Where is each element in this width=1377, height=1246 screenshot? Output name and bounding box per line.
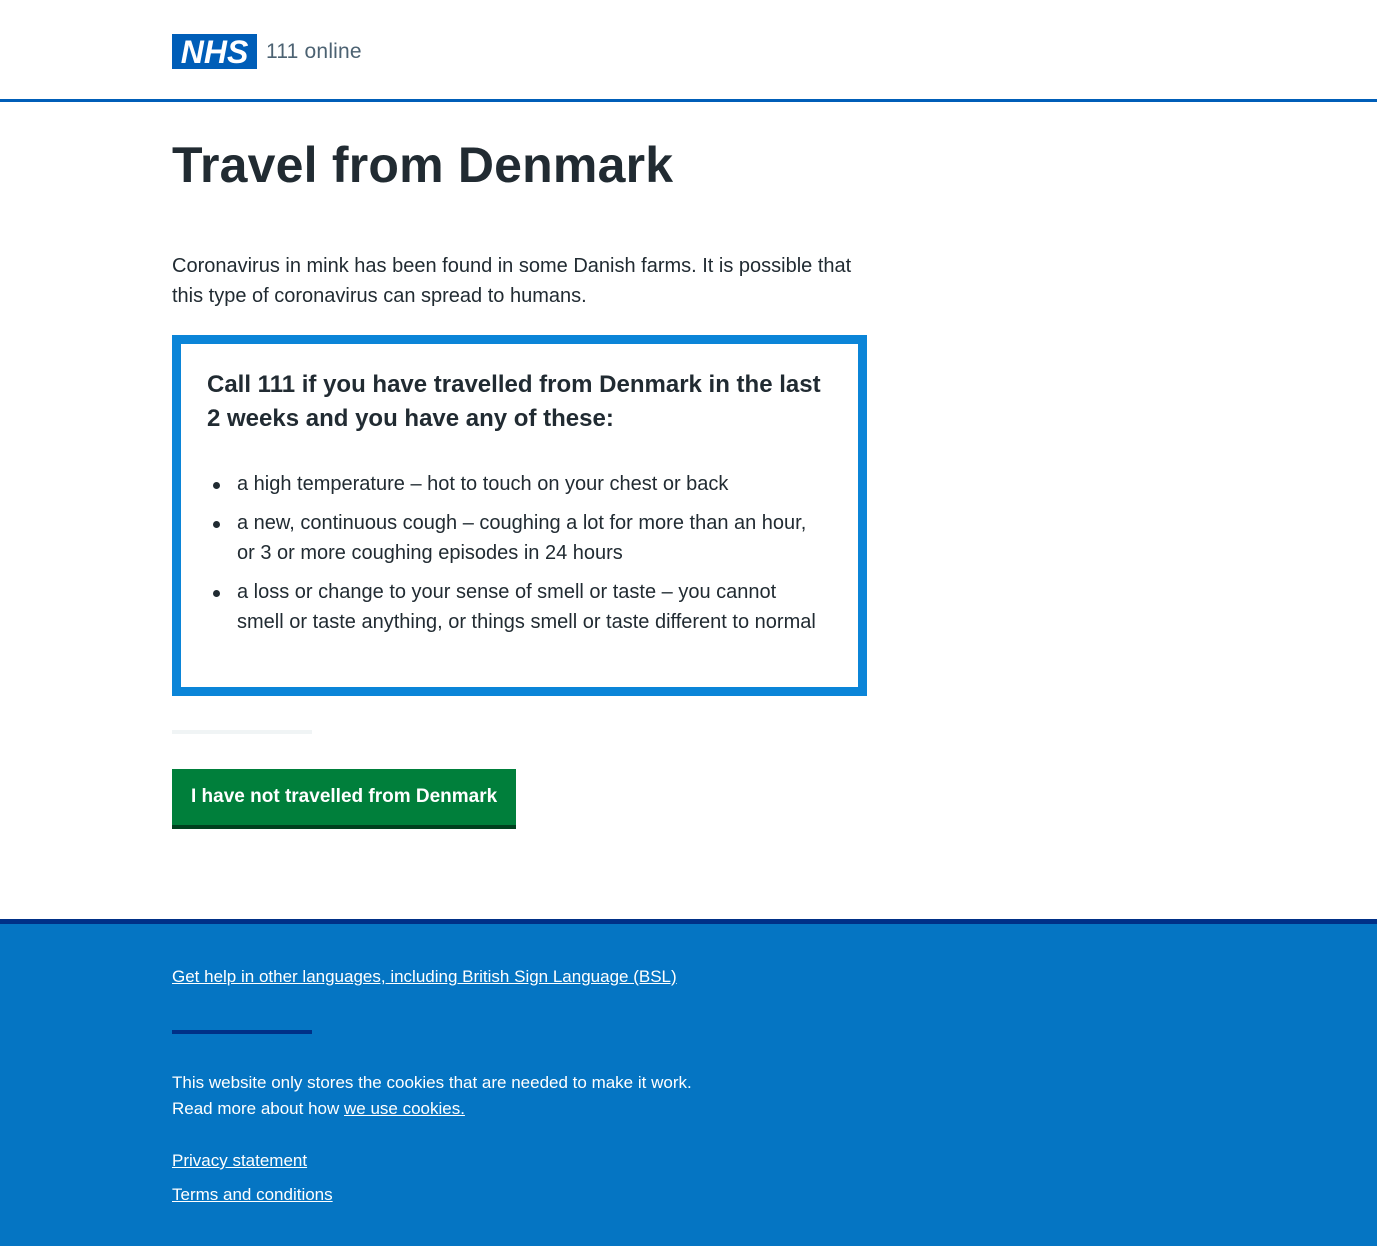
cookies-link[interactable]: we use cookies. bbox=[344, 1099, 465, 1118]
symptom-item: a loss or change to your sense of smell … bbox=[207, 577, 822, 637]
callout-box: Call 111 if you have travelled from Denm… bbox=[172, 335, 867, 696]
symptom-item: a high temperature – hot to touch on you… bbox=[207, 469, 822, 499]
main-content: Travel from Denmark Coronavirus in mink … bbox=[0, 102, 1377, 920]
symptom-item: a new, continuous cough – coughing a lot… bbox=[207, 508, 822, 568]
section-divider bbox=[172, 730, 312, 734]
cookie-notice: This website only stores the cookies tha… bbox=[172, 1070, 872, 1122]
nhs-logo-text: NHS bbox=[181, 34, 249, 69]
terms-link[interactable]: Terms and conditions bbox=[172, 1185, 333, 1205]
site-footer: Get help in other languages, including B… bbox=[0, 919, 1377, 1246]
nhs-logo: NHS bbox=[172, 34, 257, 69]
page-title: Travel from Denmark bbox=[172, 137, 674, 193]
cookie-notice-prefix: Read more about how bbox=[172, 1099, 344, 1118]
callout-heading: Call 111 if you have travelled from Denm… bbox=[207, 371, 821, 432]
symptom-list: a high temperature – hot to touch on you… bbox=[207, 469, 822, 646]
not-travelled-button[interactable]: I have not travelled from Denmark bbox=[172, 769, 517, 829]
service-name: 111 online bbox=[266, 39, 362, 63]
cookie-notice-line1: This website only stores the cookies tha… bbox=[172, 1073, 692, 1092]
intro-paragraph: Coronavirus in mink has been found in so… bbox=[172, 255, 852, 307]
privacy-statement-link[interactable]: Privacy statement bbox=[172, 1151, 307, 1171]
language-help-link[interactable]: Get help in other languages, including B… bbox=[172, 967, 677, 987]
site-header: NHS 111 online bbox=[0, 0, 1377, 102]
footer-divider bbox=[172, 1030, 312, 1034]
home-link[interactable]: NHS 111 online bbox=[172, 34, 362, 69]
